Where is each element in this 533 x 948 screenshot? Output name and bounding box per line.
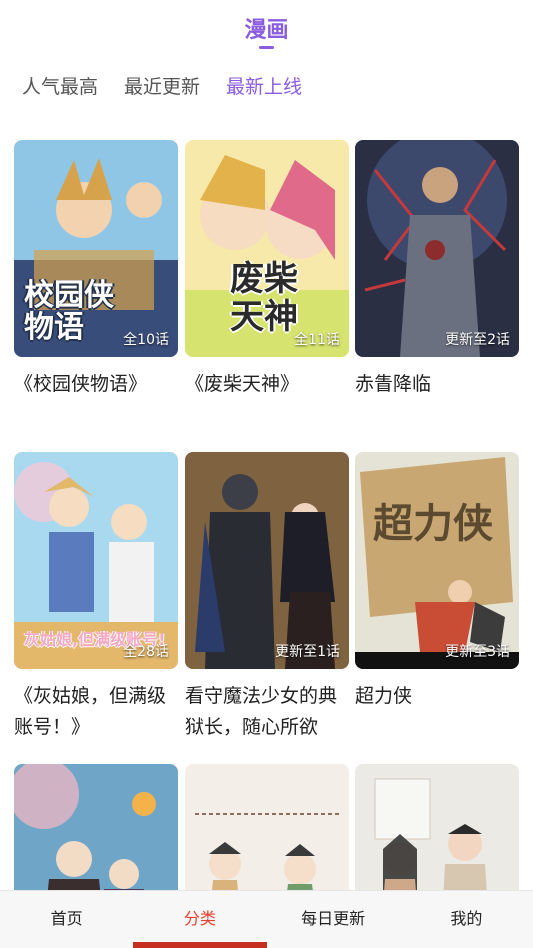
- page-title: 漫画: [244, 18, 289, 43]
- sort-tab-popular[interactable]: 人气最高: [22, 72, 98, 102]
- sort-tab-newest[interactable]: 最新上线: [226, 72, 302, 102]
- app-header: 漫画: [0, 0, 533, 60]
- title-underline: [259, 46, 274, 49]
- episode-badge: 更新至2话: [445, 332, 510, 348]
- cover-logo-text: 超力侠: [373, 501, 493, 547]
- comic-cover[interactable]: 更新至2话: [355, 140, 519, 357]
- comic-cover[interactable]: 超力侠 更新至3话: [355, 452, 519, 669]
- comic-card[interactable]: 灰姑娘,但满级账号! 全28话 《灰姑娘，但满级账号！》: [14, 452, 178, 743]
- comic-title[interactable]: 《校园侠物语》: [14, 369, 178, 400]
- comic-title[interactable]: 《灰姑娘，但满级账号！》: [14, 681, 178, 743]
- episode-badge: 全10话: [123, 332, 169, 348]
- comic-title[interactable]: 《废柴天神》: [185, 369, 349, 400]
- tab-home[interactable]: 首页: [0, 891, 133, 948]
- sort-tabs: 人气最高 最近更新 最新上线: [22, 72, 328, 102]
- episode-badge: 更新至3话: [445, 644, 510, 660]
- active-tab-indicator: [133, 942, 267, 948]
- comic-title[interactable]: 超力侠: [355, 681, 519, 712]
- tab-mine[interactable]: 我的: [400, 891, 533, 948]
- comic-cover[interactable]: 更新至1话: [185, 452, 349, 669]
- comic-cover[interactable]: 灰姑娘,但满级账号! 全28话: [14, 452, 178, 669]
- tab-category[interactable]: 分类: [133, 891, 266, 948]
- cover-art-5: [355, 452, 519, 669]
- comic-title[interactable]: 赤眚降临: [355, 369, 519, 400]
- comic-title[interactable]: 看守魔法少女的典狱长，随心所欲: [185, 681, 349, 743]
- comic-card[interactable]: 校园侠 物语 全10话 《校园侠物语》: [14, 140, 178, 400]
- cover-logo-text: 校园侠 物语: [24, 278, 114, 345]
- comic-cover[interactable]: 校园侠 物语 全10话: [14, 140, 178, 357]
- episode-badge: 全28话: [123, 644, 169, 660]
- sort-tab-recent-update[interactable]: 最近更新: [124, 72, 200, 102]
- comic-card[interactable]: 超力侠 更新至3话 超力侠: [355, 452, 519, 712]
- comic-cover[interactable]: 废柴 天神 全11话: [185, 140, 349, 357]
- tab-daily-update[interactable]: 每日更新: [267, 891, 400, 948]
- episode-badge: 全11话: [294, 332, 340, 348]
- cover-logo-text: 废柴 天神: [230, 259, 298, 337]
- comic-card[interactable]: 更新至2话 赤眚降临: [355, 140, 519, 400]
- comic-card[interactable]: 废柴 天神 全11话 《废柴天神》: [185, 140, 349, 400]
- comic-card[interactable]: 更新至1话 看守魔法少女的典狱长，随心所欲: [185, 452, 349, 743]
- cover-art-2: [355, 140, 519, 357]
- episode-badge: 更新至1话: [275, 644, 340, 660]
- bottom-tab-bar: 首页 分类 每日更新 我的: [0, 890, 533, 948]
- cover-art-4: [185, 452, 349, 669]
